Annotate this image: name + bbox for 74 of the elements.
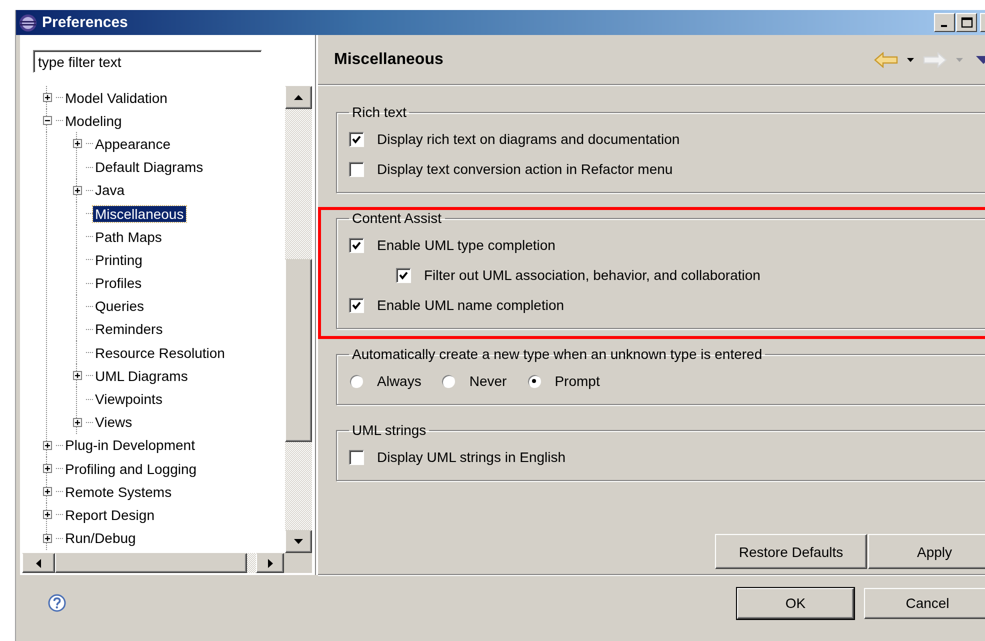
window-title: Preferences	[42, 14, 128, 31]
app-icon	[18, 12, 38, 32]
checkbox[interactable]	[349, 450, 364, 464]
expand-toggle-icon[interactable]	[42, 440, 52, 450]
tree-item[interactable]: Profiling and Logging	[63, 460, 199, 477]
group-title: Content Assist	[351, 210, 442, 226]
radio-button[interactable]	[349, 374, 364, 388]
dialog-button[interactable]: Cancel	[864, 588, 985, 618]
checkbox[interactable]	[349, 238, 364, 252]
tree-item[interactable]: Printing	[93, 252, 144, 268]
page-title: Miscellaneous	[334, 50, 444, 68]
tree-item[interactable]: Queries	[93, 298, 146, 314]
checkbox[interactable]	[349, 298, 364, 312]
collapse-toggle-icon[interactable]	[42, 116, 52, 126]
filter-field[interactable]: type filter text	[33, 50, 262, 73]
option-label[interactable]: Never	[469, 373, 507, 389]
dialog-button[interactable]: Apply	[868, 534, 985, 569]
expand-toggle-icon[interactable]	[42, 534, 52, 543]
scrollbar-corner	[284, 553, 312, 573]
option-label[interactable]: Prompt	[554, 373, 600, 389]
tree-item[interactable]: Model Validation	[63, 90, 170, 106]
tree-item[interactable]: UML Diagrams	[93, 368, 190, 384]
dialog-button[interactable]: Restore Defaults	[715, 534, 867, 569]
group-title: Automatically create a new type when an unknown type is entered	[351, 346, 764, 362]
expand-toggle-icon[interactable]	[72, 371, 82, 380]
help-icon[interactable]	[48, 594, 66, 612]
option-label[interactable]: Display rich text on diagrams and documentation	[377, 131, 680, 147]
tree-item[interactable]: Default Diagrams	[93, 159, 206, 176]
group-title: UML strings	[351, 422, 428, 438]
tree-item[interactable]: Path Maps	[93, 228, 164, 245]
group-title: Rich text	[351, 104, 408, 120]
tree-item[interactable]: Resource Resolution	[93, 344, 227, 361]
radio-button[interactable]	[526, 374, 542, 388]
expand-toggle-icon[interactable]	[72, 418, 82, 427]
checkbox[interactable]	[349, 132, 364, 146]
tree-item[interactable]: Run/Debug	[63, 530, 138, 546]
tree-item[interactable]: Views	[93, 414, 134, 430]
scrollbar-thumb[interactable]	[55, 553, 247, 573]
tree-item[interactable]: Reminders	[93, 321, 165, 338]
option-label[interactable]: Always	[377, 373, 422, 389]
option-label[interactable]: Display text conversion action in Refactor menu	[377, 161, 673, 177]
tree-item[interactable]: Modeling	[63, 112, 124, 129]
option-label[interactable]: Filter out UML association, behavior, and collaboration	[424, 267, 760, 283]
dialog-button[interactable]: OK	[737, 588, 854, 618]
expand-toggle-icon[interactable]	[72, 186, 82, 195]
expand-toggle-icon[interactable]	[42, 464, 52, 474]
horizontal-scrollbar[interactable]	[22, 553, 312, 573]
tree-item[interactable]: Viewpoints	[93, 391, 164, 408]
checkbox[interactable]	[349, 162, 364, 176]
tree-item[interactable]: Java	[93, 182, 127, 198]
tree-item[interactable]: Report Design	[63, 506, 156, 523]
down-arrow-icon[interactable]	[294, 539, 303, 544]
checkbox[interactable]	[396, 268, 411, 282]
dropdown-icon[interactable]	[907, 58, 914, 62]
option-label[interactable]: Display UML strings in English	[377, 449, 566, 465]
scrollbar-thumb[interactable]	[285, 259, 312, 442]
right-arrow-icon[interactable]	[268, 558, 272, 568]
left-arrow-icon[interactable]	[36, 558, 41, 568]
radio-button[interactable]	[441, 374, 456, 388]
tree-item[interactable]: Profiles	[93, 275, 144, 292]
option-label[interactable]: Enable UML type completion	[377, 237, 556, 253]
tree-item[interactable]: Remote Systems	[63, 484, 174, 500]
expand-toggle-icon[interactable]	[42, 93, 52, 102]
maximize-button[interactable]	[956, 13, 977, 32]
minimize-button[interactable]	[934, 13, 955, 32]
option-label[interactable]: Enable UML name completion	[377, 297, 564, 313]
tree-item[interactable]: Appearance	[93, 136, 173, 152]
vertical-scrollbar[interactable]	[285, 86, 312, 553]
tree-item[interactable]: Plug-in Development	[63, 437, 197, 454]
expand-toggle-icon[interactable]	[42, 510, 52, 520]
expand-toggle-icon[interactable]	[72, 139, 82, 148]
up-arrow-icon[interactable]	[294, 95, 303, 100]
tree-item[interactable]: Miscellaneous	[93, 206, 186, 222]
expand-toggle-icon[interactable]	[42, 487, 52, 496]
